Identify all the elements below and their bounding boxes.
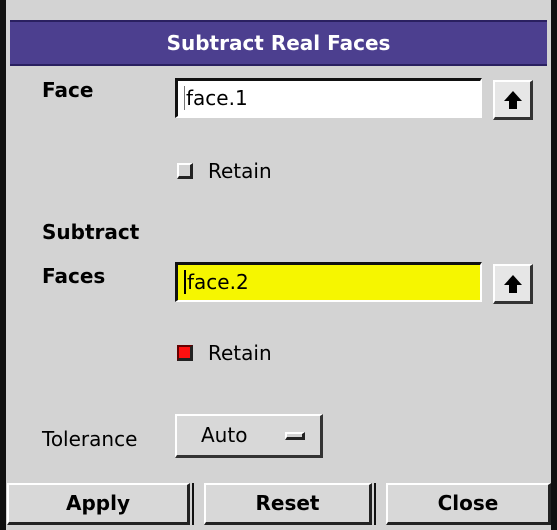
subtract-retain-label: Retain (208, 341, 272, 365)
option-menu-indicator-icon (285, 432, 305, 440)
text-cursor (184, 269, 186, 294)
face-retain-label: Retain (208, 159, 272, 183)
up-arrow-icon (504, 275, 522, 293)
window-left-border (0, 0, 6, 530)
subtract-real-faces-dialog: Subtract Real Faces Face face.1 Retain S… (0, 0, 557, 530)
face-retain-checkbox[interactable] (177, 163, 193, 179)
close-button[interactable]: Close (386, 483, 551, 525)
button-separator (374, 483, 376, 525)
face-input-value: face.1 (186, 86, 248, 110)
tolerance-label: Tolerance (42, 427, 138, 451)
subtract-faces-input-value: face.2 (187, 270, 249, 294)
subtract-retain-checkbox[interactable] (177, 345, 193, 361)
button-separator (192, 483, 194, 525)
face-label: Face (42, 78, 94, 102)
tolerance-option-menu[interactable]: Auto (175, 414, 323, 458)
faces-label: Faces (42, 264, 106, 288)
subtract-faces-input[interactable]: face.2 (175, 262, 482, 302)
apply-button[interactable]: Apply (7, 483, 190, 525)
text-cursor (184, 85, 185, 110)
face-input[interactable]: face.1 (175, 78, 482, 118)
reset-button[interactable]: Reset (204, 483, 372, 525)
up-arrow-icon (504, 91, 522, 109)
tolerance-selected-value: Auto (201, 423, 248, 447)
subtract-label: Subtract (42, 220, 140, 244)
face-list-button[interactable] (493, 80, 533, 120)
dialog-title: Subtract Real Faces (10, 20, 547, 66)
window-right-border (551, 0, 557, 530)
subtract-faces-list-button[interactable] (493, 264, 533, 304)
